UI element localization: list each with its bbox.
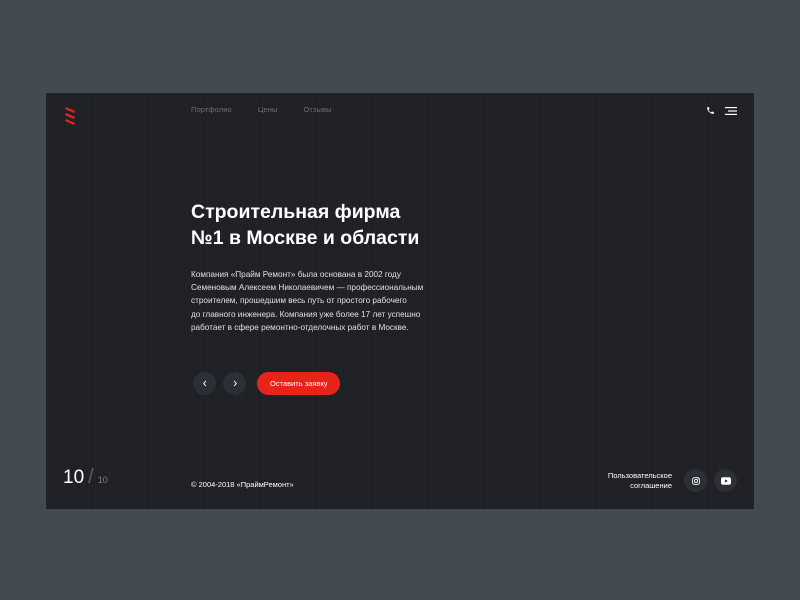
hero-title-line: Строительная фирма (191, 201, 401, 223)
hero-description: Компания «Прайм Ремонт» была основана в … (191, 268, 471, 334)
description-line: до главного инженера. Компания уже более… (191, 309, 421, 319)
description-line: строителем, прошедшим весь путь от прост… (191, 296, 407, 306)
instagram-icon (691, 476, 700, 485)
copyright-text: © 2004-2018 «ПраймРемонт» (191, 480, 294, 489)
description-line: Компания «Прайм Ремонт» была основана в … (191, 270, 401, 279)
total-slides-number: 10 (97, 475, 108, 485)
hamburger-menu-icon[interactable] (725, 106, 737, 115)
youtube-button[interactable] (714, 469, 737, 492)
current-slide-number: 10 (63, 467, 85, 488)
description-line: работает в сфере ремонтно-отделочных раб… (191, 322, 409, 332)
header-actions (706, 106, 737, 115)
user-agreement-link[interactable]: Пользовательское соглашение (608, 471, 672, 491)
nav-item-portfolio[interactable]: Портфолио (191, 105, 232, 114)
phone-icon[interactable] (706, 106, 715, 115)
chevron-left-icon (202, 380, 206, 387)
slide-counter: 10 / 10 (63, 466, 108, 489)
logo-icon[interactable] (64, 107, 76, 125)
nav-item-reviews[interactable]: Отзывы (303, 105, 331, 114)
agreement-line: соглашение (630, 481, 672, 490)
social-links (684, 469, 737, 492)
prev-slide-button[interactable] (193, 372, 216, 395)
description-line: Семеновым Алексеем Николаевичем — профес… (191, 283, 424, 293)
main-nav: Портфолио Цены Отзывы (191, 105, 332, 114)
next-slide-button[interactable] (223, 372, 246, 395)
instagram-button[interactable] (684, 469, 707, 492)
hero-title-line: №1 в Москве и области (191, 227, 420, 249)
submit-request-button[interactable]: Оставить заявку (257, 372, 341, 395)
slider-controls: Оставить заявку (193, 372, 341, 395)
counter-separator: / (88, 466, 94, 488)
agreement-line: Пользовательское (607, 471, 672, 480)
youtube-icon (720, 476, 731, 485)
nav-item-prices[interactable]: Цены (258, 105, 278, 114)
hero-title: Строительная фирма №1 в Москве и области (191, 199, 511, 251)
main-frame: Портфолио Цены Отзывы Строительная фирма… (46, 93, 754, 509)
chevron-right-icon (233, 380, 237, 387)
